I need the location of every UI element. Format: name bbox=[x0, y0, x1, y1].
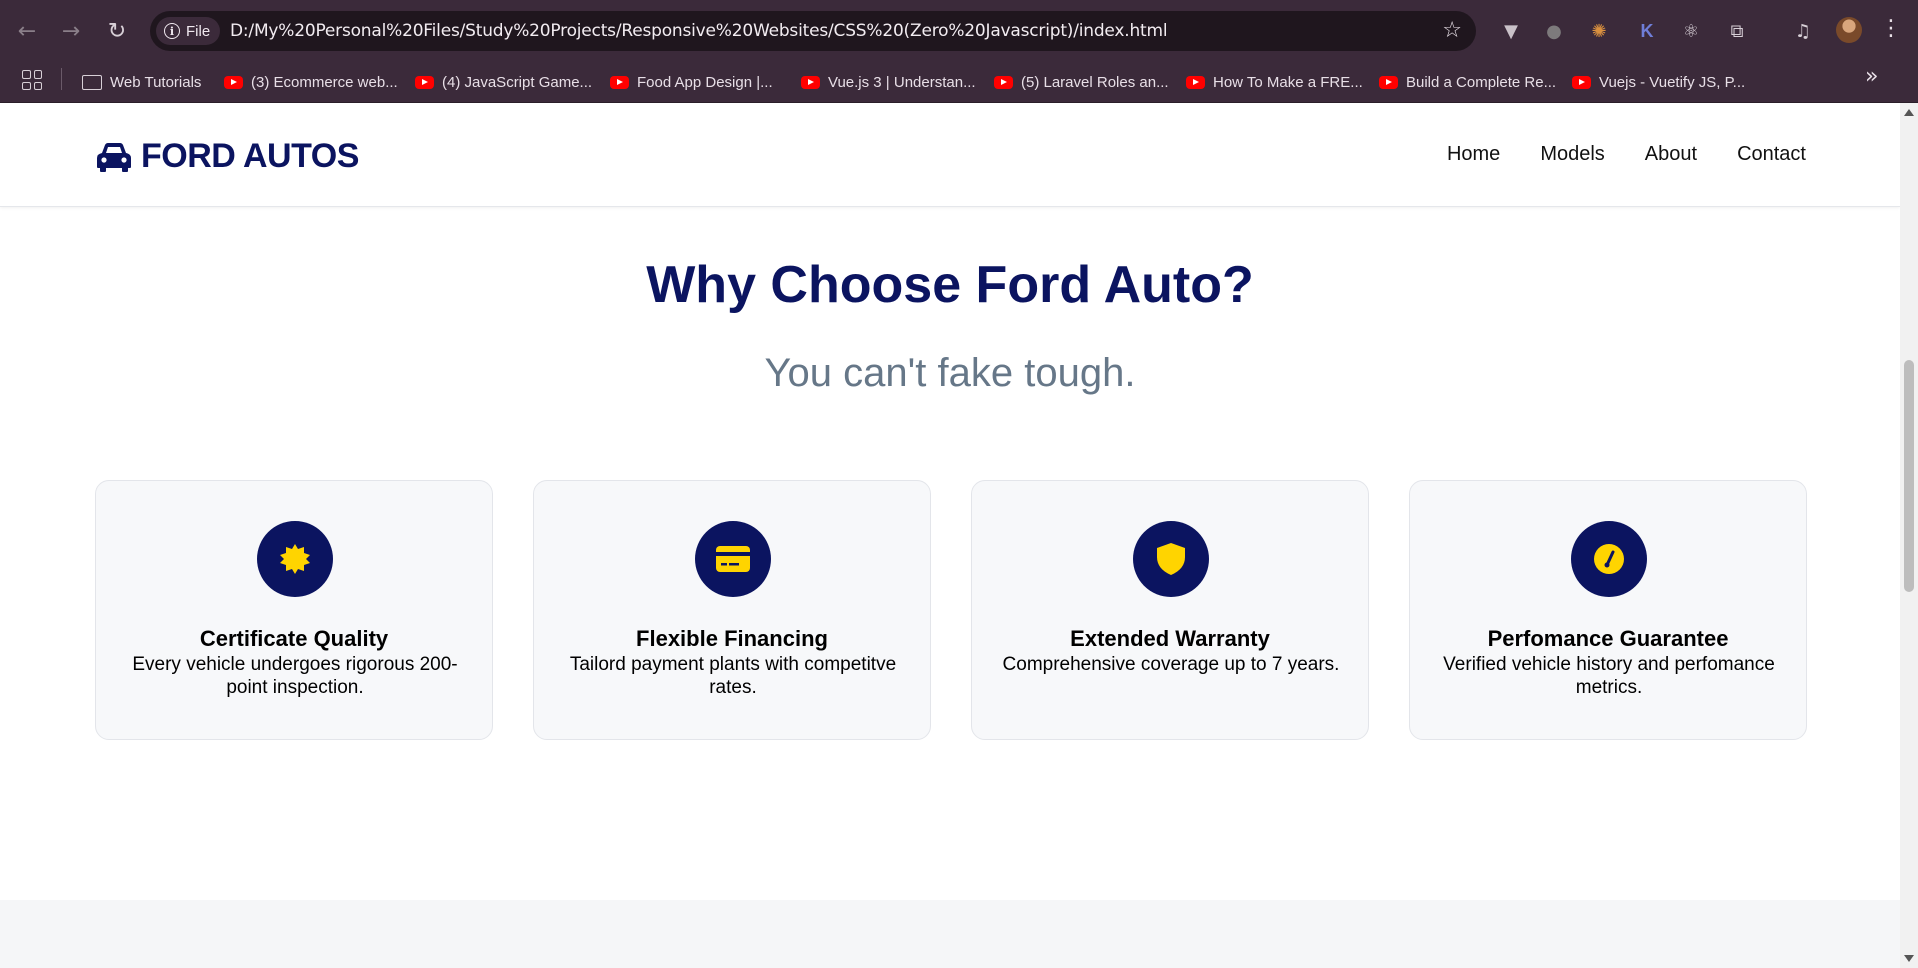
youtube-icon bbox=[610, 75, 629, 89]
scroll-up-arrow-icon[interactable] bbox=[1904, 109, 1914, 116]
bookmark-web-tutorials[interactable]: Web Tutorials bbox=[82, 67, 201, 97]
extensions-puzzle-icon[interactable]: ⧉ bbox=[1724, 18, 1750, 44]
nav-home[interactable]: Home bbox=[1447, 143, 1500, 166]
logo-text: FORD AUTOS bbox=[141, 137, 359, 175]
nav-about[interactable]: About bbox=[1645, 143, 1697, 166]
youtube-icon bbox=[415, 75, 434, 89]
bookmarks-divider bbox=[61, 68, 62, 90]
media-queue-icon[interactable]: ♫ bbox=[1790, 18, 1816, 44]
bookmark-label: (4) JavaScript Game... bbox=[442, 73, 593, 91]
feature-icon-badge bbox=[257, 521, 333, 597]
cookie-icon[interactable]: ✺ bbox=[1586, 18, 1612, 44]
credit-card-icon bbox=[716, 546, 750, 572]
page-scrollbar[interactable] bbox=[1900, 103, 1918, 968]
address-bar[interactable]: i File D:/My%20Personal%20Files/Study%20… bbox=[150, 11, 1476, 51]
feature-icon-badge bbox=[1571, 521, 1647, 597]
scroll-thumb[interactable] bbox=[1904, 360, 1914, 592]
section-title: Why Choose Ford Auto? bbox=[646, 256, 1254, 314]
bookmark-star-icon[interactable]: ☆ bbox=[1442, 18, 1462, 43]
bookmark-label: (3) Ecommerce web... bbox=[251, 73, 398, 91]
youtube-icon bbox=[801, 75, 820, 89]
youtube-icon bbox=[1186, 75, 1205, 89]
feature-description: Verified vehicle history and perfomance … bbox=[1443, 654, 1775, 698]
vue-devtools-icon[interactable]: ▼ bbox=[1498, 18, 1524, 44]
nav-models[interactable]: Models bbox=[1540, 143, 1604, 166]
bookmark-label: Food App Design |... bbox=[637, 73, 773, 91]
section-subtitle: You can't fake tough. bbox=[764, 351, 1136, 395]
site-header: FORD AUTOS Home Models About Contact bbox=[0, 103, 1900, 207]
bookmark-item[interactable]: (5) Laravel Roles an... bbox=[994, 67, 1169, 97]
feature-icon-badge bbox=[1133, 521, 1209, 597]
nav-contact[interactable]: Contact bbox=[1737, 143, 1806, 166]
forward-arrow-icon[interactable]: → bbox=[56, 16, 86, 46]
next-section-strip bbox=[0, 900, 1900, 968]
bookmark-label: (5) Laravel Roles an... bbox=[1021, 73, 1169, 91]
youtube-icon bbox=[224, 75, 243, 89]
apps-grid-icon[interactable] bbox=[22, 70, 42, 90]
bookmark-label: How To Make a FRE... bbox=[1213, 73, 1363, 91]
feature-card-performance: Perfomance Guarantee Verified vehicle hi… bbox=[1409, 480, 1807, 740]
bookmark-item[interactable]: (4) JavaScript Game... bbox=[415, 67, 592, 97]
youtube-icon bbox=[994, 75, 1013, 89]
url-text[interactable]: D:/My%20Personal%20Files/Study%20Project… bbox=[230, 21, 1168, 41]
feature-card-warranty: Extended Warranty Comprehensive coverage… bbox=[971, 480, 1369, 740]
bookmark-label: Vue.js 3 | Understan... bbox=[828, 73, 976, 91]
back-arrow-icon[interactable]: ← bbox=[12, 16, 42, 46]
browser-menu-icon[interactable]: ⋮ bbox=[1880, 16, 1902, 41]
feature-title: Extended Warranty bbox=[1070, 626, 1270, 651]
feature-title: Flexible Financing bbox=[636, 626, 828, 651]
extension-circle-icon[interactable]: ● bbox=[1541, 18, 1567, 44]
feature-description: Tailord payment plants with competitve r… bbox=[569, 654, 897, 698]
site-logo[interactable]: FORD AUTOS bbox=[95, 137, 359, 176]
feature-description: Every vehicle undergoes rigorous 200-poi… bbox=[132, 654, 458, 698]
profile-avatar[interactable] bbox=[1836, 17, 1862, 43]
file-chip-label: File bbox=[186, 22, 211, 40]
react-devtools-icon[interactable]: ⚛ bbox=[1678, 18, 1704, 44]
bookmark-label: Vuejs - Vuetify JS, P... bbox=[1599, 73, 1746, 91]
youtube-icon bbox=[1572, 75, 1591, 89]
main-nav: Home Models About Contact bbox=[1447, 143, 1806, 166]
site-info-chip[interactable]: i File bbox=[156, 17, 221, 45]
web-page: FORD AUTOS Home Models About Contact Why… bbox=[0, 103, 1900, 968]
feature-card-quality: Certificate Quality Every vehicle underg… bbox=[95, 480, 493, 740]
bookmark-item[interactable]: Vuejs - Vuetify JS, P... bbox=[1572, 67, 1745, 97]
bookmark-item[interactable]: Food App Design |... bbox=[610, 67, 773, 97]
reload-icon[interactable]: ↻ bbox=[102, 16, 132, 46]
bookmark-item[interactable]: (3) Ecommerce web... bbox=[224, 67, 398, 97]
gauge-icon bbox=[1594, 544, 1624, 574]
info-icon: i bbox=[164, 23, 180, 39]
shield-icon bbox=[1157, 543, 1185, 575]
folder-icon bbox=[82, 74, 102, 90]
car-icon bbox=[97, 142, 131, 172]
bookmark-item[interactable]: Build a Complete Re... bbox=[1379, 67, 1556, 97]
youtube-icon bbox=[1379, 75, 1398, 89]
k-extension-icon[interactable]: K bbox=[1634, 18, 1660, 44]
bookmark-item[interactable]: Vue.js 3 | Understan... bbox=[801, 67, 976, 97]
scroll-down-arrow-icon[interactable] bbox=[1904, 955, 1914, 962]
feature-title: Certificate Quality bbox=[199, 626, 389, 651]
bookmark-item[interactable]: How To Make a FRE... bbox=[1186, 67, 1363, 97]
bookmark-label: Build a Complete Re... bbox=[1406, 73, 1557, 91]
feature-icon-badge bbox=[695, 521, 771, 597]
more-bookmarks-icon[interactable]: » bbox=[1865, 64, 1878, 89]
certificate-icon bbox=[280, 544, 310, 574]
browser-toolbar: ← → ↻ i File D:/My%20Personal%20Files/St… bbox=[0, 0, 1918, 62]
feature-card-financing: Flexible Financing Tailord payment plant… bbox=[533, 480, 931, 740]
bookmark-label: Web Tutorials bbox=[110, 73, 202, 91]
feature-title: Perfomance Guarantee bbox=[1487, 626, 1729, 651]
feature-description: Comprehensive coverage up to 7 years. bbox=[1002, 654, 1340, 675]
